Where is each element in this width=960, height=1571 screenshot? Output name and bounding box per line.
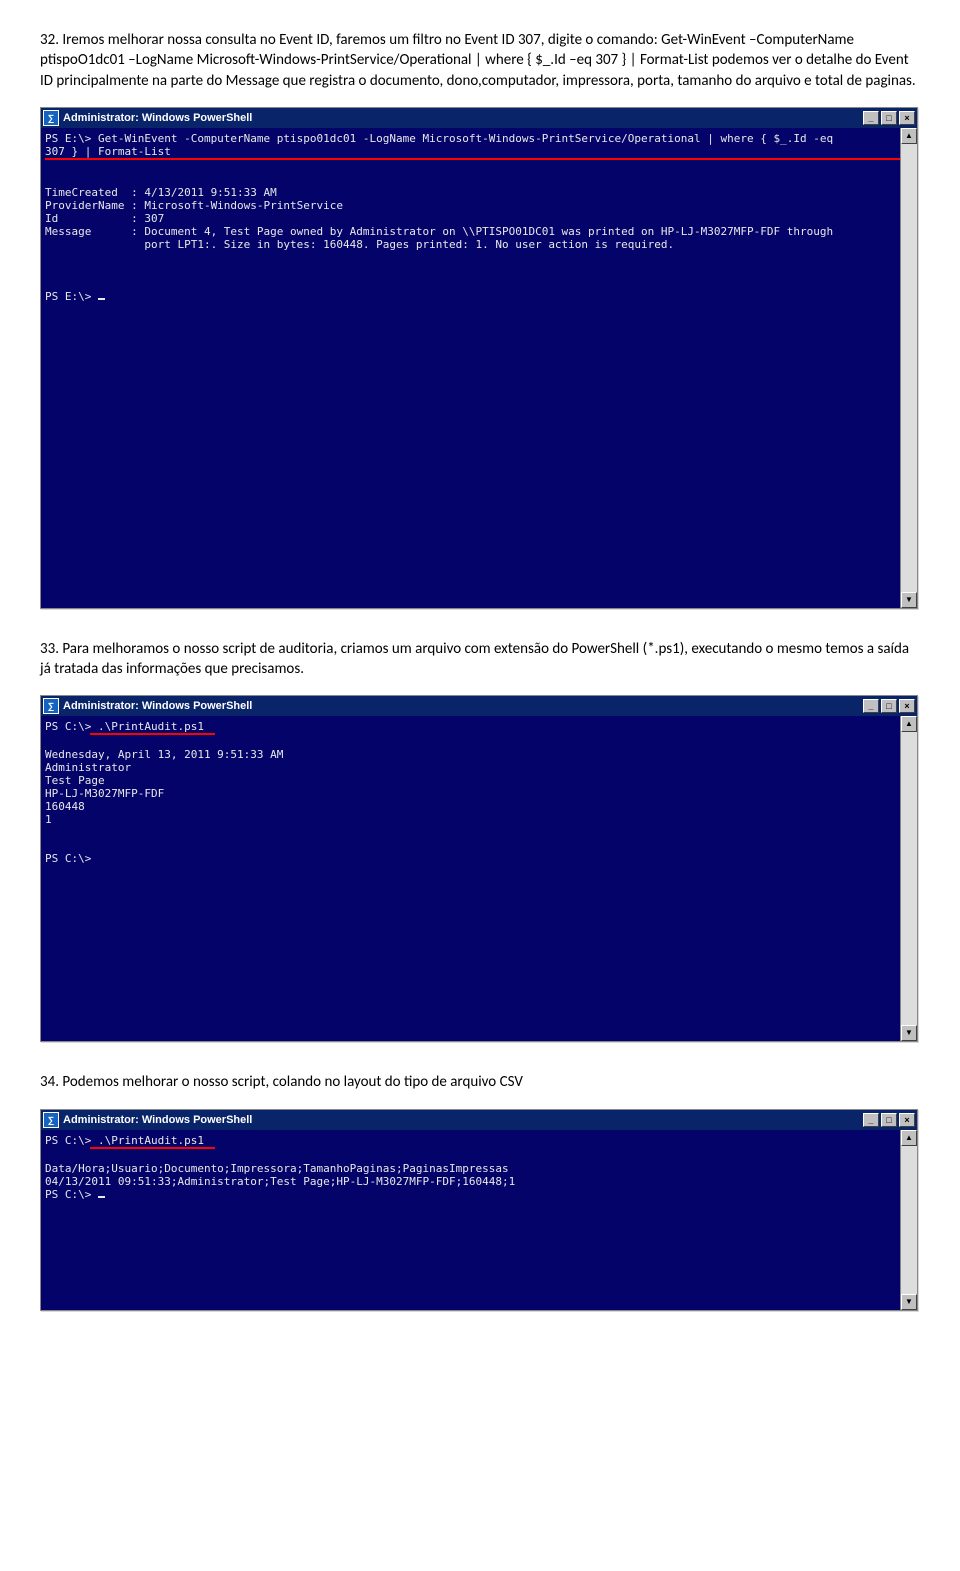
window-control-buttons: _ □ ×: [863, 699, 915, 713]
console-output[interactable]: PS C:\> .\PrintAudit.ps1 Wednesday, Apri…: [41, 716, 900, 1041]
scroll-up-button[interactable]: ▲: [901, 1130, 917, 1146]
cmd-line-1: PS E:\> Get-WinEvent -ComputerName ptisp…: [45, 132, 833, 145]
scroll-track[interactable]: [901, 144, 917, 592]
scroll-down-button[interactable]: ▼: [901, 1294, 917, 1310]
scroll-track[interactable]: [901, 1146, 917, 1294]
console-output[interactable]: PS E:\> Get-WinEvent -ComputerName ptisp…: [41, 128, 900, 608]
cursor: [98, 1196, 105, 1198]
close-button[interactable]: ×: [899, 699, 915, 713]
out-message-1: Message : Document 4, Test Page owned by…: [45, 225, 833, 238]
vertical-scrollbar[interactable]: ▲ ▼: [900, 1130, 917, 1310]
minimize-button[interactable]: _: [863, 111, 879, 125]
powershell-icon: ∑: [43, 1112, 59, 1128]
window-title: Administrator: Windows PowerShell: [63, 112, 863, 124]
out-row: 04/13/2011 09:51:33;Administrator;Test P…: [45, 1175, 515, 1188]
minimize-button[interactable]: _: [863, 1113, 879, 1127]
vertical-scrollbar[interactable]: ▲ ▼: [900, 716, 917, 1041]
vertical-scrollbar[interactable]: ▲ ▼: [900, 128, 917, 608]
out-providername: ProviderName : Microsoft-Windows-PrintSe…: [45, 199, 343, 212]
title-bar: ∑ Administrator: Windows PowerShell _ □ …: [41, 1110, 917, 1130]
window-control-buttons: _ □ ×: [863, 1113, 915, 1127]
console-body-wrap: PS C:\> .\PrintAudit.ps1 Data/Hora;Usuar…: [41, 1130, 917, 1310]
paragraph-33: 33. Para melhoramos o nosso script de au…: [40, 639, 920, 680]
cursor: [98, 298, 105, 300]
close-button[interactable]: ×: [899, 111, 915, 125]
cmd-line: PS C:\> .\PrintAudit.ps1: [45, 1134, 204, 1147]
minimize-button[interactable]: _: [863, 699, 879, 713]
powershell-window-2: ∑ Administrator: Windows PowerShell _ □ …: [40, 695, 918, 1042]
powershell-window-1: ∑ Administrator: Windows PowerShell _ □ …: [40, 107, 918, 609]
scroll-up-button[interactable]: ▲: [901, 716, 917, 732]
prompt: PS E:\>: [45, 290, 98, 303]
scroll-down-button[interactable]: ▼: [901, 592, 917, 608]
maximize-button[interactable]: □: [881, 699, 897, 713]
scroll-track[interactable]: [901, 732, 917, 1025]
out-printer: HP-LJ-M3027MFP-FDF: [45, 787, 164, 800]
powershell-icon: ∑: [43, 698, 59, 714]
highlight-underline: [45, 158, 900, 160]
out-header: Data/Hora;Usuario;Documento;Impressora;T…: [45, 1162, 509, 1175]
prompt: PS C:\>: [45, 852, 91, 865]
scroll-down-button[interactable]: ▼: [901, 1025, 917, 1041]
console-body-wrap: PS E:\> Get-WinEvent -ComputerName ptisp…: [41, 128, 917, 608]
out-message-2: port LPT1:. Size in bytes: 160448. Pages…: [45, 238, 674, 251]
out-pages: 1: [45, 813, 52, 826]
powershell-icon: ∑: [43, 110, 59, 126]
console-output[interactable]: PS C:\> .\PrintAudit.ps1 Data/Hora;Usuar…: [41, 1130, 900, 1310]
console-body-wrap: PS C:\> .\PrintAudit.ps1 Wednesday, Apri…: [41, 716, 917, 1041]
out-id: Id : 307: [45, 212, 164, 225]
highlight-underline: [90, 733, 215, 735]
window-control-buttons: _ □ ×: [863, 111, 915, 125]
cmd-line: PS C:\> .\PrintAudit.ps1: [45, 720, 204, 733]
prompt: PS C:\>: [45, 1188, 98, 1201]
scroll-up-button[interactable]: ▲: [901, 128, 917, 144]
maximize-button[interactable]: □: [881, 1113, 897, 1127]
out-user: Administrator: [45, 761, 131, 774]
title-bar: ∑ Administrator: Windows PowerShell _ □ …: [41, 108, 917, 128]
paragraph-34: 34. Podemos melhorar o nosso script, col…: [40, 1072, 920, 1092]
powershell-window-3: ∑ Administrator: Windows PowerShell _ □ …: [40, 1109, 918, 1311]
out-size: 160448: [45, 800, 85, 813]
cmd-line-2: 307 } | Format-List: [45, 145, 171, 158]
window-title: Administrator: Windows PowerShell: [63, 1114, 863, 1126]
maximize-button[interactable]: □: [881, 111, 897, 125]
title-bar: ∑ Administrator: Windows PowerShell _ □ …: [41, 696, 917, 716]
highlight-underline: [90, 1147, 215, 1149]
paragraph-32: 32. Iremos melhorar nossa consulta no Ev…: [40, 30, 920, 91]
out-date: Wednesday, April 13, 2011 9:51:33 AM: [45, 748, 283, 761]
close-button[interactable]: ×: [899, 1113, 915, 1127]
out-doc: Test Page: [45, 774, 105, 787]
window-title: Administrator: Windows PowerShell: [63, 700, 863, 712]
out-timecreated: TimeCreated : 4/13/2011 9:51:33 AM: [45, 186, 277, 199]
